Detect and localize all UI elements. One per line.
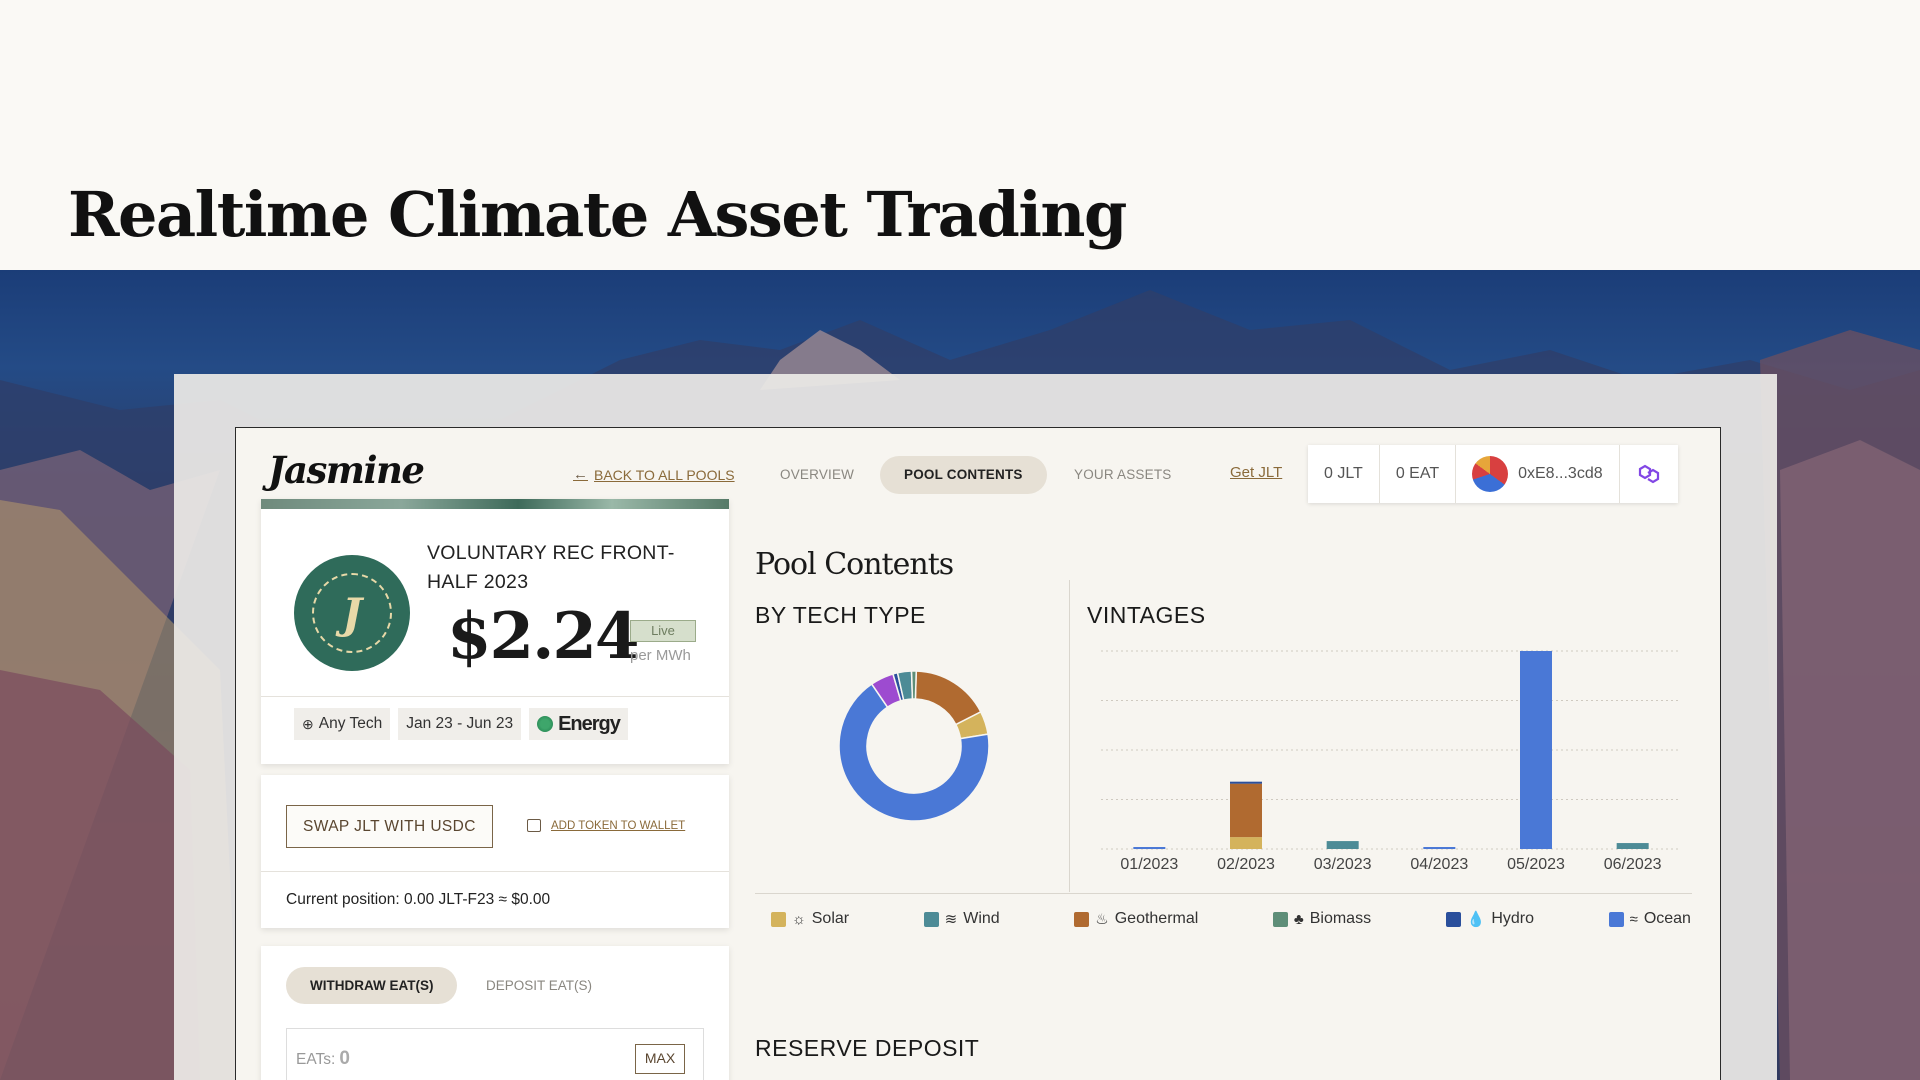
- pool-contents-title: Pool Contents: [755, 547, 954, 582]
- bar-02-2023-hydro: [1230, 781, 1262, 784]
- price-unit: per MWh: [630, 647, 691, 664]
- bar-05-2023-ocean: [1520, 651, 1552, 849]
- legend-item-wind: ≋ Wind: [923, 910, 1000, 928]
- jasmine-j-icon: J: [312, 573, 392, 653]
- current-position: Current position: 0.00 JLT-F23 ≈ $0.00: [286, 891, 551, 908]
- bar-01-2023-ocean: [1133, 847, 1166, 850]
- swap-button[interactable]: SWAP JLT WITH USDC: [286, 805, 493, 848]
- sun-icon: ☼: [792, 910, 806, 928]
- legend-item-hydro: 💧 Hydro: [1445, 910, 1535, 928]
- pool-price: $2.24: [447, 599, 639, 674]
- waves-icon: ≈: [1629, 910, 1638, 928]
- vintages-bar-chart: 01/2023 02/2023 03/2023 04/2023 05/2023 06/20…: [1101, 650, 1681, 873]
- x-tick-label: 03/2023: [1314, 856, 1372, 873]
- add-token-link[interactable]: ADD TOKEN TO WALLET: [527, 819, 685, 832]
- reserve-deposit-heading: RESERVE DEPOSIT: [755, 1035, 980, 1061]
- polygon-icon: [1638, 464, 1659, 484]
- wind-icon: ≋: [944, 911, 958, 928]
- legend-label: Wind: [963, 910, 1000, 927]
- back-link-label: BACK TO ALL POOLS: [594, 466, 735, 483]
- wallet-account[interactable]: 0xE8...3cd8: [1456, 445, 1620, 503]
- certification-chip: Energy: [529, 708, 628, 740]
- bar-02-2023-geothermal: [1230, 783, 1262, 838]
- pool-name: VOLUNTARY REC FRONT-HALF 2023: [427, 542, 675, 593]
- tech-type-donut-chart: [838, 670, 990, 822]
- arrow-left-icon: ←: [573, 466, 588, 483]
- eat-amount-input[interactable]: EATs: 0 MAX: [286, 1028, 704, 1080]
- tab-withdraw[interactable]: WITHDRAW EAT(S): [286, 967, 458, 1004]
- tech-legend: ☼ Solar ≋ Wind ♨ Geothermal ♣ Biomass 💧 Hydro ≈ Oce…: [771, 910, 1691, 928]
- add-token-label: ADD TOKEN TO WALLET: [551, 819, 686, 832]
- legend-item-biomass: ♣ Biomass: [1272, 910, 1372, 928]
- back-to-pools-link[interactable]: ← BACK TO ALL POOLS: [573, 466, 735, 483]
- date-range-chip: Jan 23 - Jun 23: [398, 708, 522, 740]
- legend-swatch: [771, 911, 786, 927]
- legend-item-solar: ☼ Solar: [771, 910, 849, 928]
- x-tick-label: 02/2023: [1217, 856, 1275, 873]
- divider: [261, 696, 729, 697]
- tab-deposit[interactable]: DEPOSIT EAT(S): [486, 967, 592, 1004]
- vintages-heading: VINTAGES: [1087, 602, 1206, 628]
- wallet-bar: 0 JLT 0 EAT 0xE8...3cd8: [1308, 445, 1678, 503]
- x-tick-label: 04/2023: [1410, 856, 1468, 873]
- get-jlt-link[interactable]: Get JLT: [1230, 464, 1282, 481]
- legend-swatch: [923, 911, 939, 927]
- pool-image-strip: [261, 499, 729, 509]
- legend-label: Biomass: [1309, 910, 1372, 927]
- geothermal-icon: ♨: [1095, 911, 1109, 928]
- network-button[interactable]: [1620, 445, 1678, 503]
- bar-06-2023-wind: [1616, 843, 1649, 849]
- legend-label: Geothermal: [1114, 910, 1199, 927]
- legend-label: Ocean: [1643, 910, 1691, 927]
- certification-label: Energy: [558, 712, 621, 735]
- eat-balance[interactable]: 0 EAT: [1380, 445, 1457, 503]
- app-logo[interactable]: Jasmine: [268, 448, 425, 492]
- jlt-balance[interactable]: 0 JLT: [1308, 445, 1380, 503]
- tech-chip-label: Any Tech: [318, 715, 383, 732]
- hero-title: Realtime Climate Asset Trading: [68, 178, 1127, 251]
- app-window: Jasmine ← BACK TO ALL POOLS OVERVIEW POO…: [235, 427, 1721, 1080]
- legend-label: Solar: [811, 910, 850, 927]
- legend-swatch: [1445, 911, 1461, 927]
- legend-item-geothermal: ♨ Geothermal: [1074, 910, 1198, 928]
- globe-icon: ⊕: [302, 715, 314, 732]
- droplet-icon: 💧: [1466, 911, 1486, 928]
- live-badge: Live: [630, 620, 696, 642]
- energy-cert-icon: [537, 716, 554, 732]
- legend-swatch: [1608, 911, 1624, 927]
- bar-02-2023-solar: [1230, 837, 1262, 849]
- divider: [261, 871, 729, 872]
- divider: [755, 893, 1692, 894]
- wallet-icon: [527, 819, 541, 832]
- sprout-icon: ♣: [1293, 910, 1304, 928]
- legend-swatch: [1074, 911, 1090, 927]
- legend-swatch: [1272, 911, 1288, 927]
- legend-label: Hydro: [1491, 910, 1535, 927]
- bar-03-2023-wind: [1326, 841, 1359, 849]
- x-tick-label: 05/2023: [1507, 856, 1565, 873]
- pool-chips: ⊕ Any Tech Jan 23 - Jun 23 Energy: [294, 708, 628, 740]
- pool-card: J VOLUNTARY REC FRONT-HALF 2023 $2.24 Li…: [261, 499, 729, 764]
- bar-04-2023-ocean: [1423, 847, 1456, 850]
- tech-chip: ⊕ Any Tech: [294, 708, 391, 740]
- withdraw-card: WITHDRAW EAT(S) DEPOSIT EAT(S) EATs: 0 MA…: [261, 946, 729, 1080]
- tab-your-assets[interactable]: YOUR ASSETS: [1074, 456, 1171, 494]
- legend-item-ocean: ≈ Ocean: [1608, 910, 1691, 928]
- swap-card: SWAP JLT WITH USDC ADD TOKEN TO WALLET C…: [261, 775, 729, 928]
- max-button[interactable]: MAX: [635, 1044, 685, 1074]
- x-tick-label: 01/2023: [1120, 856, 1178, 873]
- tab-overview[interactable]: OVERVIEW: [780, 456, 854, 494]
- tab-pool-contents[interactable]: POOL CONTENTS: [880, 456, 1047, 494]
- donut-slice-biomass: [910, 670, 918, 700]
- by-tech-heading: BY TECH TYPE: [755, 602, 926, 628]
- divider: [1069, 580, 1070, 892]
- pool-badge: J: [294, 555, 410, 671]
- eat-input-label: EATs: 0: [296, 1048, 350, 1069]
- wallet-address: 0xE8...3cd8: [1518, 465, 1603, 482]
- x-tick-label: 06/2023: [1604, 856, 1662, 873]
- avatar: [1472, 456, 1509, 492]
